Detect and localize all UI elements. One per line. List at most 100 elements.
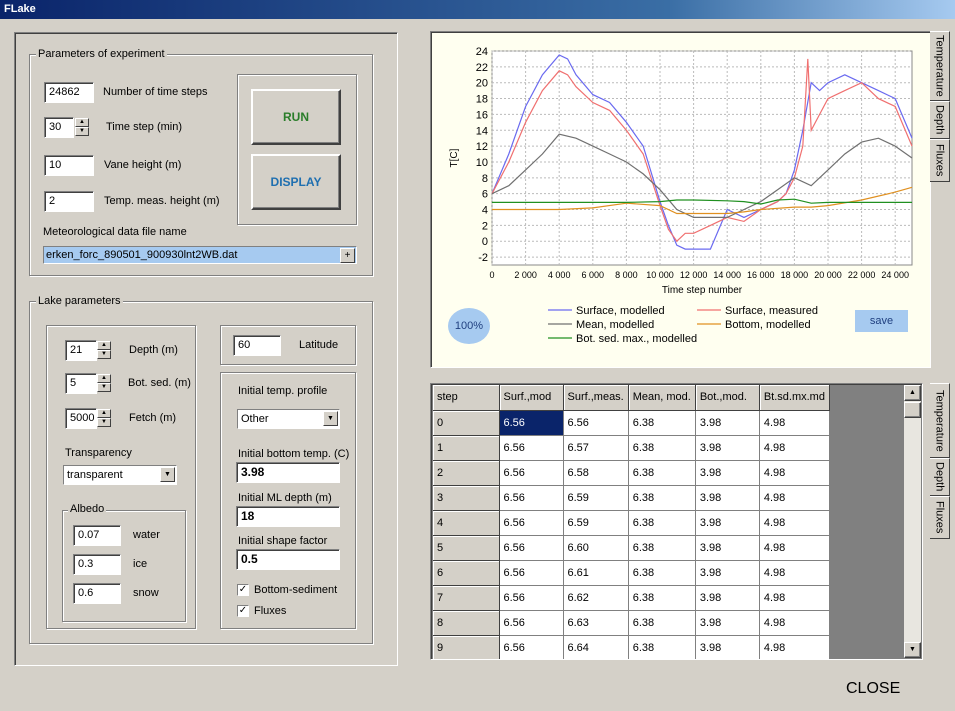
row-header[interactable]: 4 [433,510,500,536]
table-cell[interactable]: 4.98 [759,585,830,611]
table-cell[interactable]: 6.60 [563,535,629,561]
tab-depth[interactable]: Depth [930,101,950,139]
latitude-input[interactable]: 60 [233,335,281,356]
spin-up-icon[interactable]: ▲ [97,374,111,383]
table-cell[interactable]: 6.59 [563,485,629,511]
albedo-ice-input[interactable]: 0.3 [73,554,121,575]
init-bottom-input[interactable]: 3.98 [236,462,340,483]
column-header[interactable]: Bot.,mod. [695,385,760,411]
table-cell[interactable]: 4.98 [759,485,830,511]
table-row[interactable]: 0 6.56 6.56 6.38 3.98 4.98 [433,410,830,436]
table-cell[interactable]: 6.38 [628,485,696,511]
table-cell[interactable]: 3.98 [695,560,760,586]
table-cell[interactable]: 4.98 [759,610,830,636]
spin-down-icon[interactable]: ▼ [75,127,89,136]
table-cell[interactable]: 6.38 [628,585,696,611]
init-shape-input[interactable]: 0.5 [236,549,340,570]
table-cell[interactable]: 3.98 [695,410,760,436]
table-cell[interactable]: 6.38 [628,435,696,461]
fluxes-checkbox[interactable]: ✓ [237,605,249,617]
table-row[interactable]: 4 6.56 6.59 6.38 3.98 4.98 [433,510,830,536]
scroll-down-icon[interactable]: ▼ [904,642,921,658]
table-cell[interactable]: 6.56 [499,410,564,436]
table-cell[interactable]: 4.98 [759,410,830,436]
row-header[interactable]: 1 [433,435,500,461]
close-button[interactable]: CLOSE [846,680,900,698]
tab-table-fluxes[interactable]: Fluxes [930,496,950,539]
table-cell[interactable]: 3.98 [695,635,760,659]
column-header[interactable]: Bt.sd.mx.md [759,385,830,411]
display-button[interactable]: DISPLAY [251,154,341,210]
table-row[interactable]: 2 6.56 6.58 6.38 3.98 4.98 [433,460,830,486]
file-browse-icon[interactable]: + [340,248,355,263]
spin-up-icon[interactable]: ▲ [97,409,111,418]
column-header[interactable]: Surf.,meas. [563,385,629,411]
init-profile-select[interactable]: Other ▼ [237,409,340,429]
table-cell[interactable]: 6.56 [499,510,564,536]
row-header[interactable]: 2 [433,460,500,486]
table-cell[interactable]: 4.98 [759,635,830,659]
table-cell[interactable]: 3.98 [695,535,760,561]
depth-input[interactable]: 21 [65,340,97,361]
transparency-select[interactable]: transparent ▼ [63,465,177,485]
table-row[interactable]: 9 6.56 6.64 6.38 3.98 4.98 [433,635,830,659]
tab-table-temperature[interactable]: Temperature [930,383,950,458]
time-step-input[interactable]: 30 [44,117,74,138]
run-button[interactable]: RUN [251,89,341,145]
file-combo[interactable]: erken_forc_890501_900930lnt2WB.dat + [43,246,357,264]
table-cell[interactable]: 6.56 [499,635,564,659]
depth-spinner[interactable]: ▲ ▼ [96,340,114,361]
table-cell[interactable]: 6.64 [563,635,629,659]
table-cell[interactable]: 3.98 [695,435,760,461]
table-cell[interactable]: 6.38 [628,635,696,659]
table-cell[interactable]: 6.38 [628,535,696,561]
spin-down-icon[interactable]: ▼ [97,383,111,392]
scroll-up-icon[interactable]: ▲ [904,385,921,401]
table-cell[interactable]: 6.56 [499,485,564,511]
zoom-badge[interactable]: 100% [448,308,490,344]
table-cell[interactable]: 4.98 [759,535,830,561]
num-steps-input[interactable]: 24862 [44,82,94,103]
row-header[interactable]: 9 [433,635,500,659]
table-cell[interactable]: 3.98 [695,510,760,536]
table-cell[interactable]: 3.98 [695,585,760,611]
albedo-snow-input[interactable]: 0.6 [73,583,121,604]
albedo-water-input[interactable]: 0.07 [73,525,121,546]
bottom-sediment-checkbox[interactable]: ✓ [237,584,249,596]
tab-table-depth[interactable]: Depth [930,458,950,496]
fetch-input[interactable]: 5000 [65,408,97,429]
table-cell[interactable]: 4.98 [759,460,830,486]
table-row[interactable]: 3 6.56 6.59 6.38 3.98 4.98 [433,485,830,511]
table-cell[interactable]: 6.59 [563,510,629,536]
row-header[interactable]: 7 [433,585,500,611]
table-row[interactable]: 5 6.56 6.60 6.38 3.98 4.98 [433,535,830,561]
init-ml-input[interactable]: 18 [236,506,340,527]
table-cell[interactable]: 6.56 [499,535,564,561]
table-cell[interactable]: 4.98 [759,435,830,461]
table-cell[interactable]: 6.56 [499,460,564,486]
table-row[interactable]: 1 6.56 6.57 6.38 3.98 4.98 [433,435,830,461]
table-cell[interactable]: 6.38 [628,610,696,636]
row-header[interactable]: 5 [433,535,500,561]
tab-fluxes[interactable]: Fluxes [930,139,950,182]
bot-sed-input[interactable]: 5 [65,373,97,394]
table-cell[interactable]: 3.98 [695,610,760,636]
table-cell[interactable]: 3.98 [695,460,760,486]
chevron-down-icon[interactable]: ▼ [323,411,338,426]
column-header[interactable]: step [433,385,500,411]
table-cell[interactable]: 3.98 [695,485,760,511]
row-header[interactable]: 3 [433,485,500,511]
table-cell[interactable]: 6.58 [563,460,629,486]
table-cell[interactable]: 6.56 [499,435,564,461]
table-cell[interactable]: 6.57 [563,435,629,461]
table-cell[interactable]: 6.56 [499,560,564,586]
column-header[interactable]: Mean, mod. [628,385,696,411]
table-cell[interactable]: 6.38 [628,510,696,536]
table-scrollbar[interactable]: ▲ ▼ [904,385,921,658]
temp-height-input[interactable]: 2 [44,191,94,212]
vane-height-input[interactable]: 10 [44,155,94,176]
row-header[interactable]: 6 [433,560,500,586]
table-cell[interactable]: 4.98 [759,560,830,586]
spin-up-icon[interactable]: ▲ [75,118,89,127]
table-row[interactable]: 8 6.56 6.63 6.38 3.98 4.98 [433,610,830,636]
